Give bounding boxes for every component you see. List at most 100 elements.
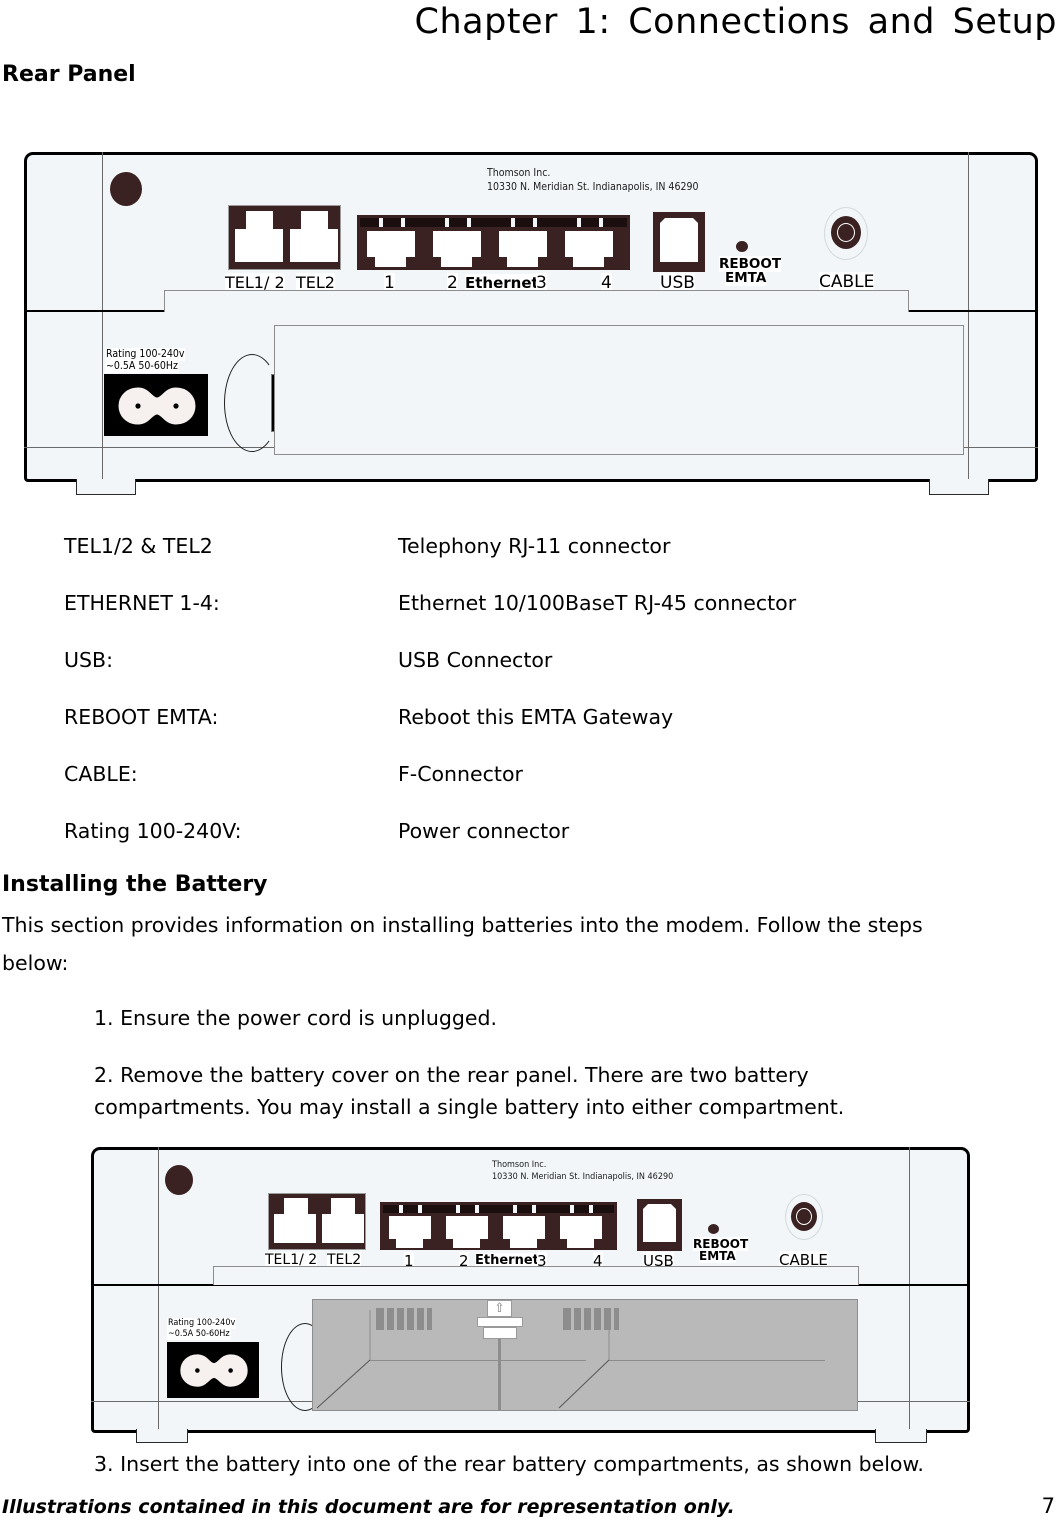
rj11-tab-2 <box>331 1198 355 1214</box>
device-foot-left <box>76 479 136 495</box>
telephone-port-block <box>228 205 341 270</box>
ethernet-notch-8 <box>599 218 603 227</box>
connector-description: Reboot this EMTA Gateway <box>398 705 674 729</box>
footer-disclaimer: Illustrations contained in this document… <box>2 1496 735 1518</box>
connector-row: REBOOT EMTA: Reboot this EMTA Gateway <box>64 705 1004 762</box>
rj11-port-tel1 <box>235 229 283 262</box>
cable-connector-ring <box>796 1208 812 1225</box>
connector-row: TEL1/2 & TEL2 Telephony RJ-11 connector <box>64 534 1004 591</box>
ac-power-inlet <box>104 374 208 436</box>
connector-term: USB: <box>64 648 113 672</box>
upper-deck-recess <box>164 290 909 312</box>
connector-description: USB Connector <box>398 648 553 672</box>
ethernet-notch-6 <box>533 218 537 227</box>
rj45-tab-4 <box>567 1239 594 1248</box>
usb-port <box>653 212 705 272</box>
ethernet-notch-4 <box>467 218 471 227</box>
usb-port-opening <box>660 218 698 262</box>
rj11-tab-1 <box>246 211 273 229</box>
connector-row: Rating 100-240V: Power connector <box>64 819 1004 876</box>
installing-battery-heading: Installing the Battery <box>2 872 268 897</box>
connector-description: Ethernet 10/100BaseT RJ-45 connector <box>398 591 797 615</box>
power-button-icon <box>165 1165 193 1195</box>
manufacturer-name: Thomson Inc. <box>492 1160 547 1170</box>
connector-row: CABLE: F-Connector <box>64 762 1004 819</box>
device-foot-right <box>875 1429 927 1443</box>
page-number: 7 <box>1041 1494 1055 1518</box>
rear-panel-open-battery-illustration: Thomson Inc. 10330 N. Meridian St. India… <box>91 1147 970 1443</box>
ethernet-notch-7 <box>570 1205 574 1213</box>
battery-connector-plate-upper <box>477 1317 523 1327</box>
battery-step-1: 1. Ensure the power cord is unplugged. <box>94 1006 497 1030</box>
bay-vent-right <box>563 1308 619 1330</box>
rj45-port-3 <box>503 1216 545 1239</box>
ethernet-notch-5 <box>511 218 515 227</box>
power-rating-line1: Rating 100-240v <box>105 348 186 361</box>
ethernet-notch-7 <box>577 218 581 227</box>
connector-term: CABLE: <box>64 762 138 786</box>
chassis-seam-left <box>158 1147 159 1433</box>
connector-row: USB: USB Connector <box>64 648 1004 705</box>
usb-port <box>637 1199 682 1251</box>
rj11-tab-2 <box>301 211 328 229</box>
manufacturer-name: Thomson Inc. <box>487 167 551 179</box>
ac-power-inlet <box>167 1342 259 1398</box>
rj11-port-tel1 <box>274 1214 316 1243</box>
connector-description: Power connector <box>398 819 570 843</box>
power-rating-line2: ~0.5A 50-60Hz <box>105 360 179 373</box>
power-rating-line1: Rating 100-240v <box>167 1318 237 1329</box>
battery-intro-line-1: This section provides information on ins… <box>2 913 923 937</box>
connector-term: TEL1/2 & TEL2 <box>64 534 213 558</box>
device-foot-left <box>136 1429 188 1443</box>
manufacturer-address: 10330 N. Meridian St. Indianapolis, IN 4… <box>487 181 699 193</box>
connector-term: Rating 100-240V: <box>64 819 242 843</box>
rj45-tab-2 <box>441 257 472 267</box>
rj11-tab-1 <box>284 1198 308 1214</box>
rj45-port-2 <box>433 231 481 257</box>
upper-deck-recess <box>213 1266 859 1285</box>
rear-panel-illustration: Thomson Inc. 10330 N. Meridian St. India… <box>24 152 1038 495</box>
rj11-port-tel2 <box>322 1214 364 1243</box>
cable-connector-ring <box>837 223 855 242</box>
ethernet-notch-3 <box>445 218 449 227</box>
usb-port-opening <box>643 1204 676 1242</box>
rj45-port-2 <box>446 1216 488 1239</box>
chassis-seam-right <box>909 1147 910 1433</box>
ethernet-notch-2 <box>401 218 405 227</box>
reboot-emta-button <box>708 1224 719 1234</box>
ac-inlet-figure8-icon <box>180 1354 248 1387</box>
ethernet-notch-3 <box>456 1205 460 1213</box>
power-button-icon <box>110 172 142 206</box>
connector-term: ETHERNET 1-4: <box>64 591 220 615</box>
rj45-port-1 <box>389 1216 431 1239</box>
rj45-tab-3 <box>510 1239 537 1248</box>
rear-panel-heading: Rear Panel <box>2 62 136 87</box>
cable-f-connector <box>791 1202 817 1231</box>
reboot-emta-button <box>736 241 748 252</box>
telephone-port-block <box>268 1193 366 1250</box>
connector-term: REBOOT EMTA: <box>64 705 219 729</box>
battery-step-3: 3. Insert the battery into one of the re… <box>94 1452 924 1476</box>
chassis-seam-left <box>102 152 103 482</box>
manufacturer-address: 10330 N. Meridian St. Indianapolis, IN 4… <box>492 1172 674 1182</box>
rj45-port-3 <box>499 231 547 257</box>
chassis-seam-right <box>968 152 969 482</box>
rj11-port-tel2 <box>290 229 338 262</box>
battery-cover-panel <box>274 325 964 455</box>
ethernet-notch-8 <box>589 1205 593 1213</box>
ethernet-notch-1 <box>399 1205 403 1213</box>
rj45-tab-1 <box>375 257 406 267</box>
rj45-port-1 <box>367 231 415 257</box>
battery-connector-plate-lower <box>483 1327 517 1339</box>
bay-center-divider <box>498 1330 501 1410</box>
ethernet-notch-1 <box>379 218 383 227</box>
battery-step-2-line-2: compartments. You may install a single b… <box>94 1095 845 1119</box>
rj45-tab-2 <box>453 1239 480 1248</box>
battery-connector-arrow-icon: ⇧ <box>487 1300 512 1317</box>
connector-description-list: TEL1/2 & TEL2 Telephony RJ-11 connector … <box>64 534 1004 876</box>
rj45-tab-4 <box>573 257 604 267</box>
cable-f-connector <box>831 216 861 249</box>
ethernet-port-block <box>357 215 630 270</box>
device-foot-right <box>929 479 989 495</box>
ethernet-notch-5 <box>513 1205 517 1213</box>
